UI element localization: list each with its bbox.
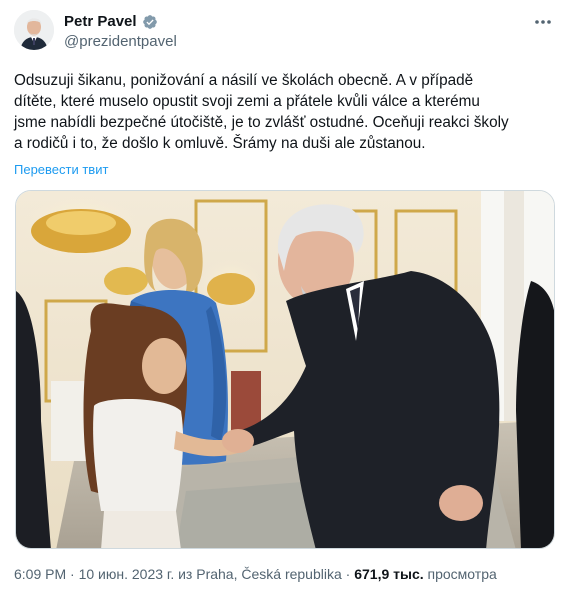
author-name-row: Petr Pavel — [64, 13, 158, 30]
meta-separator: · — [66, 566, 79, 582]
tweet-card: Petr Pavel @prezidentpavel Odsuzuji šika… — [0, 0, 571, 600]
more-horizontal-icon[interactable] — [533, 12, 553, 32]
views-label: просмотра — [423, 566, 497, 582]
tweet-date[interactable]: 10 июн. 2023 г. — [79, 566, 175, 582]
tweet-time[interactable]: 6:09 PM — [14, 566, 66, 582]
views-count: 671,9 тыс. — [354, 566, 424, 582]
author-handle[interactable]: @prezidentpavel — [64, 33, 177, 50]
tweet-text: Odsuzuji šikanu, ponižování a násilí ve … — [14, 72, 509, 152]
tweet-meta: 6:09 PM · 10 июн. 2023 г. из Praha, Česk… — [14, 566, 497, 582]
tweet-photo[interactable] — [15, 190, 555, 549]
avatar[interactable] — [14, 10, 54, 50]
meta-separator: · — [341, 566, 355, 582]
translate-tweet-link[interactable]: Перевести твит — [14, 162, 108, 177]
tweet-location: из Praha, Česká republika — [174, 566, 342, 582]
verified-badge-icon — [142, 14, 158, 30]
display-name[interactable]: Petr Pavel — [64, 13, 137, 30]
